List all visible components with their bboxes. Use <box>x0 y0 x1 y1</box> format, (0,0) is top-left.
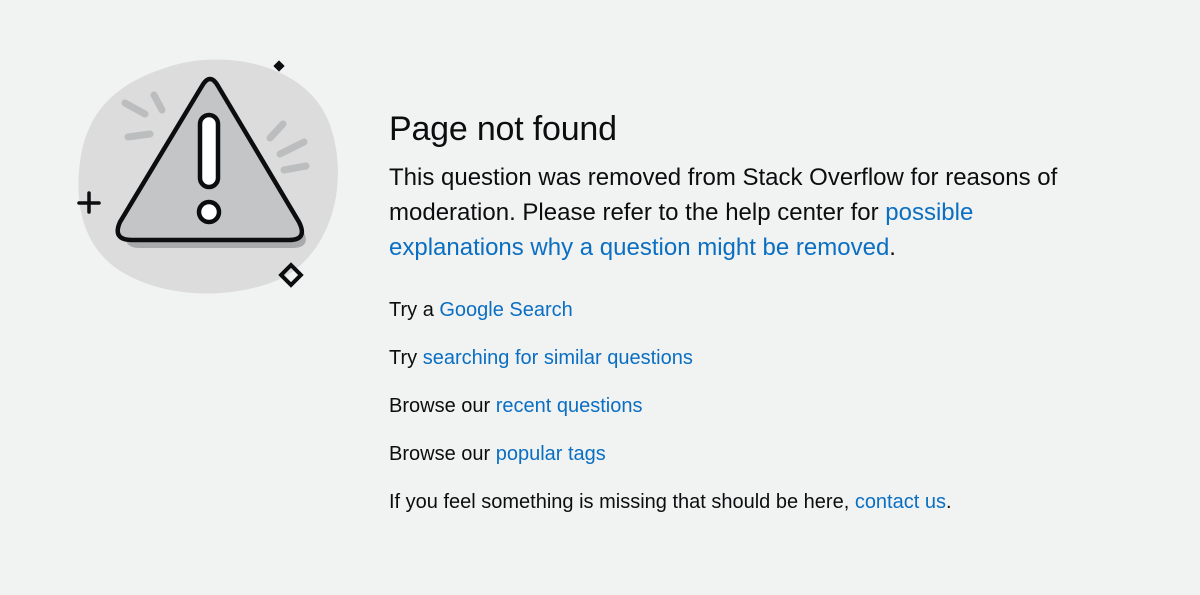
removal-message: This question was removed from Stack Ove… <box>389 160 1109 265</box>
contact-us-link[interactable]: contact us <box>855 491 946 513</box>
recent-questions-link[interactable]: recent questions <box>496 395 643 417</box>
popular-tags-link[interactable]: popular tags <box>496 443 606 465</box>
suggestion-prefix: Try <box>389 347 423 369</box>
suggestion-item: Try searching for similar questions <box>389 344 952 392</box>
exclamation-dot <box>196 199 222 225</box>
suggestion-item: Browse our popular tags <box>389 440 952 488</box>
suggestion-prefix: Browse our <box>389 443 496 465</box>
suggestion-prefix: Try a <box>389 299 440 321</box>
suggestion-item: Browse our recent questions <box>389 392 952 440</box>
suggestion-prefix: Browse our <box>389 395 496 417</box>
removal-message-suffix: . <box>889 234 896 261</box>
warning-triangle-icon <box>77 59 338 294</box>
main-content: Page not found This question was removed… <box>389 108 1149 265</box>
suggestion-suffix: . <box>945 491 952 513</box>
sparkle-diamond-top <box>273 60 285 72</box>
similar-questions-link[interactable]: searching for similar questions <box>423 347 693 369</box>
exclamation-bar <box>197 112 221 190</box>
suggestion-links-list: Try a Google Search Try searching for si… <box>389 296 952 536</box>
suggestion-item: If you feel something is missing that sh… <box>389 488 952 536</box>
page-title: Page not found <box>389 110 617 148</box>
suggestion-item: Try a Google Search <box>389 296 952 344</box>
warning-illustration <box>70 50 350 300</box>
suggestion-prefix: If you feel something is missing that sh… <box>389 491 855 513</box>
google-search-link[interactable]: Google Search <box>439 299 572 321</box>
